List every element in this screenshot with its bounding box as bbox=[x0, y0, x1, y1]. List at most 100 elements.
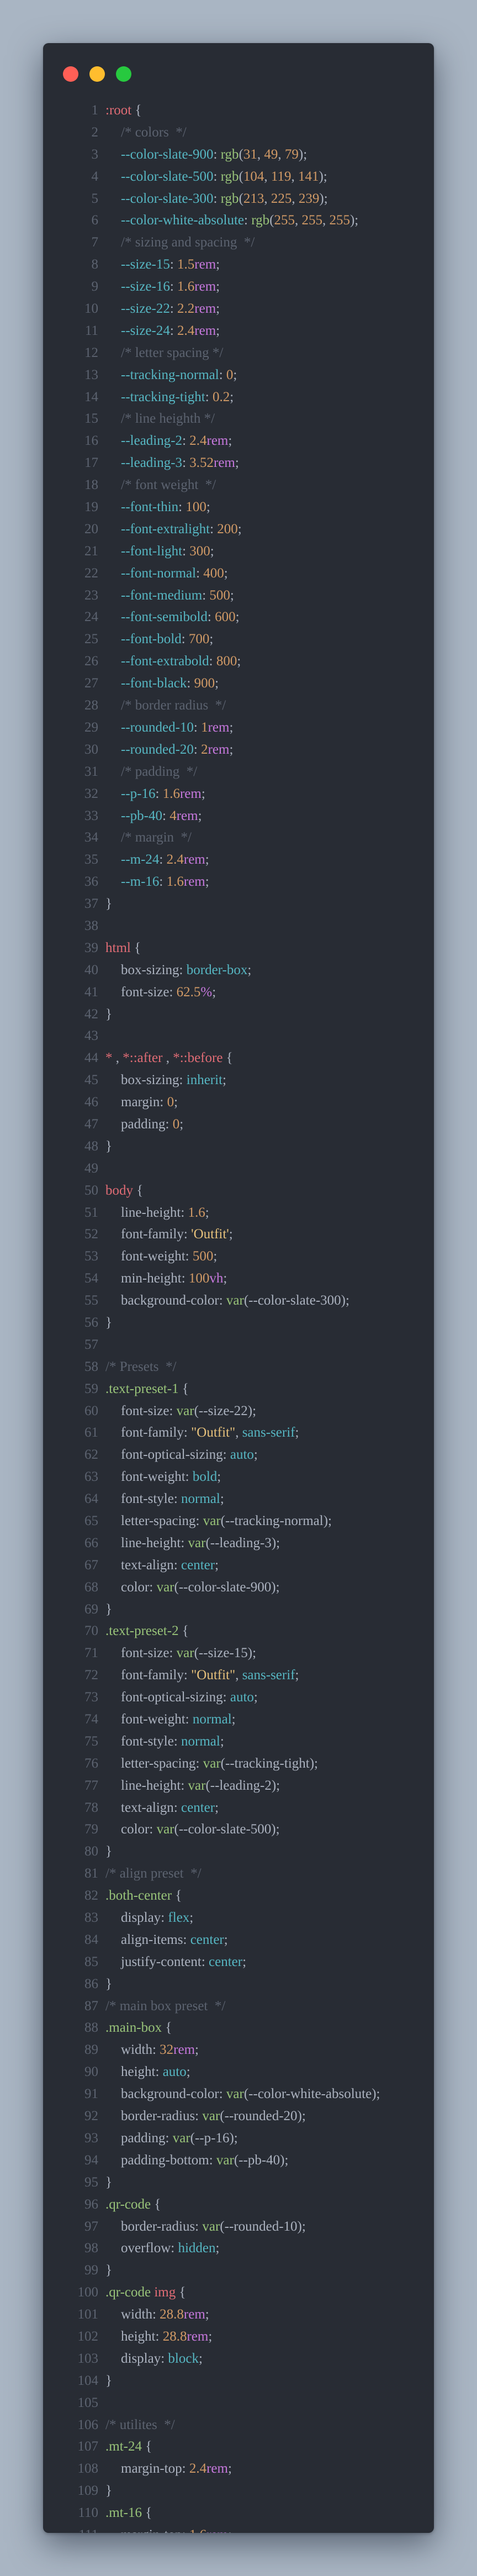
code-line: 5 --color-slate-300: rgb(213, 225, 239); bbox=[43, 188, 434, 210]
code-token: justify-content bbox=[121, 1954, 202, 1969]
code-token: font-weight bbox=[121, 1249, 186, 1264]
code-text: --font-bold: 700; bbox=[105, 628, 213, 650]
code-token: /* utilites */ bbox=[105, 2417, 175, 2432]
code-token: : bbox=[183, 1668, 192, 1683]
code-token: rgb bbox=[251, 213, 270, 228]
code-token: ); bbox=[349, 213, 359, 228]
code-token: background-color bbox=[121, 2086, 219, 2102]
code-line: 64 font-style: normal; bbox=[43, 1488, 434, 1510]
code-token: ; bbox=[229, 742, 234, 757]
code-token: /* letter spacing */ bbox=[121, 345, 224, 360]
line-number: 78 bbox=[84, 1800, 98, 1815]
code-text: font-family: 'Outfit'; bbox=[105, 1223, 233, 1245]
code-token: : bbox=[219, 1293, 226, 1308]
code-line: 102 height: 28.8rem; bbox=[43, 2326, 434, 2348]
code-line: 32 --p-16: 1.6rem; bbox=[43, 783, 434, 805]
code-token: ; bbox=[216, 279, 220, 295]
line-number: 67 bbox=[84, 1557, 98, 1573]
code-text: /* font weight */ bbox=[105, 474, 216, 496]
line-number: 73 bbox=[84, 1690, 98, 1705]
close-button[interactable] bbox=[63, 66, 78, 82]
code-token: rem bbox=[208, 742, 230, 757]
code-token: (--tracking-normal); bbox=[220, 1513, 332, 1528]
code-token: --font-extralight bbox=[121, 521, 210, 537]
code-line: 14 --tracking-tight: 0.2; bbox=[43, 386, 434, 408]
line-number: 32 bbox=[84, 786, 98, 801]
code-token: , bbox=[257, 146, 264, 162]
code-text: /* padding */ bbox=[105, 761, 197, 783]
code-token: 62.5 bbox=[176, 984, 201, 1000]
code-text: height: auto; bbox=[105, 2061, 190, 2083]
code-token: img bbox=[154, 2285, 176, 2300]
line-number: 8 bbox=[91, 257, 99, 272]
code-token: { bbox=[151, 2196, 161, 2212]
code-token: : bbox=[182, 433, 190, 449]
code-token: ; bbox=[295, 1668, 299, 1683]
code-text: .mt-24 { bbox=[105, 2436, 152, 2458]
code-token: ; bbox=[220, 1733, 224, 1749]
code-token: .both-center bbox=[105, 1888, 172, 1904]
code-token: : bbox=[182, 2527, 189, 2533]
code-token: : bbox=[152, 2042, 160, 2058]
code-token: --rounded-10 bbox=[121, 719, 194, 735]
minimize-button[interactable] bbox=[89, 66, 105, 82]
code-token: : bbox=[159, 852, 167, 868]
code-token: /* font weight */ bbox=[121, 477, 216, 493]
code-token: rem bbox=[194, 257, 216, 272]
code-token: overflow bbox=[121, 2241, 171, 2256]
code-text: padding-bottom: var(--pb-40); bbox=[105, 2149, 288, 2172]
line-number: 27 bbox=[84, 676, 98, 691]
code-token: --size-24 bbox=[121, 323, 170, 338]
code-token: : bbox=[155, 2328, 163, 2344]
code-token: : bbox=[178, 500, 186, 515]
code-text: font-family: "Outfit", sans-serif; bbox=[105, 1422, 299, 1444]
code-token: 2.4 bbox=[189, 2461, 207, 2477]
line-number: 108 bbox=[77, 2461, 99, 2477]
line-number: 76 bbox=[84, 1755, 98, 1771]
line-number: 25 bbox=[84, 632, 98, 647]
code-token: rem bbox=[194, 301, 216, 317]
code-token: ; bbox=[195, 2042, 199, 2058]
line-number: 24 bbox=[84, 609, 98, 625]
line-number: 29 bbox=[84, 719, 98, 735]
code-line: 44 * , *::after , *::before { bbox=[43, 1047, 434, 1069]
code-token: font-family bbox=[121, 1668, 184, 1683]
code-text: border-radius: var(--rounded-20); bbox=[105, 2105, 306, 2127]
code-editor[interactable]: 1:root {2/* colors */3 --color-slate-900:… bbox=[43, 99, 434, 2533]
code-token: var bbox=[203, 1513, 221, 1528]
code-line: 111 margin-top: 1.6rem; bbox=[43, 2524, 434, 2533]
code-token: line-height bbox=[121, 1535, 181, 1550]
line-number: 87 bbox=[84, 1998, 98, 2014]
code-text: box-sizing: inherit; bbox=[105, 1069, 226, 1091]
code-token: ; bbox=[253, 1690, 258, 1705]
code-token: : bbox=[161, 2351, 168, 2366]
code-token: font-size bbox=[121, 1403, 169, 1418]
code-token: --color-slate-300 bbox=[121, 191, 214, 206]
code-token: 28.8 bbox=[160, 2307, 184, 2322]
code-token: : bbox=[171, 2241, 178, 2256]
code-token: normal bbox=[192, 1712, 232, 1727]
code-token: : bbox=[182, 543, 190, 559]
code-token: html bbox=[105, 940, 131, 955]
code-line: 30 --rounded-20: 2rem; bbox=[43, 739, 434, 761]
code-token: ; bbox=[235, 455, 239, 471]
maximize-button[interactable] bbox=[116, 66, 131, 82]
code-text: line-height: var(--leading-3); bbox=[105, 1532, 280, 1554]
code-token: 79 bbox=[284, 146, 299, 162]
code-token: } bbox=[105, 1844, 112, 1859]
code-text: --m-16: 1.6rem; bbox=[105, 871, 209, 893]
line-number: 1 bbox=[91, 103, 99, 118]
code-line: 87 /* main box preset */ bbox=[43, 1995, 434, 2017]
line-number: 106 bbox=[77, 2417, 99, 2432]
code-token: 32 bbox=[160, 2042, 174, 2058]
code-token: --tracking-tight bbox=[121, 389, 205, 404]
code-line: 88 .main-box { bbox=[43, 2017, 434, 2039]
code-line: 95} bbox=[43, 2172, 434, 2194]
code-token: ; bbox=[242, 1954, 247, 1969]
code-token: --size-22 bbox=[121, 301, 170, 317]
line-number: 63 bbox=[84, 1469, 98, 1485]
code-line: 79 color: var(--color-slate-500); bbox=[43, 1818, 434, 1841]
line-number: 72 bbox=[84, 1668, 98, 1683]
code-token: rem bbox=[187, 2328, 209, 2344]
code-token: (--p-16); bbox=[190, 2130, 238, 2146]
